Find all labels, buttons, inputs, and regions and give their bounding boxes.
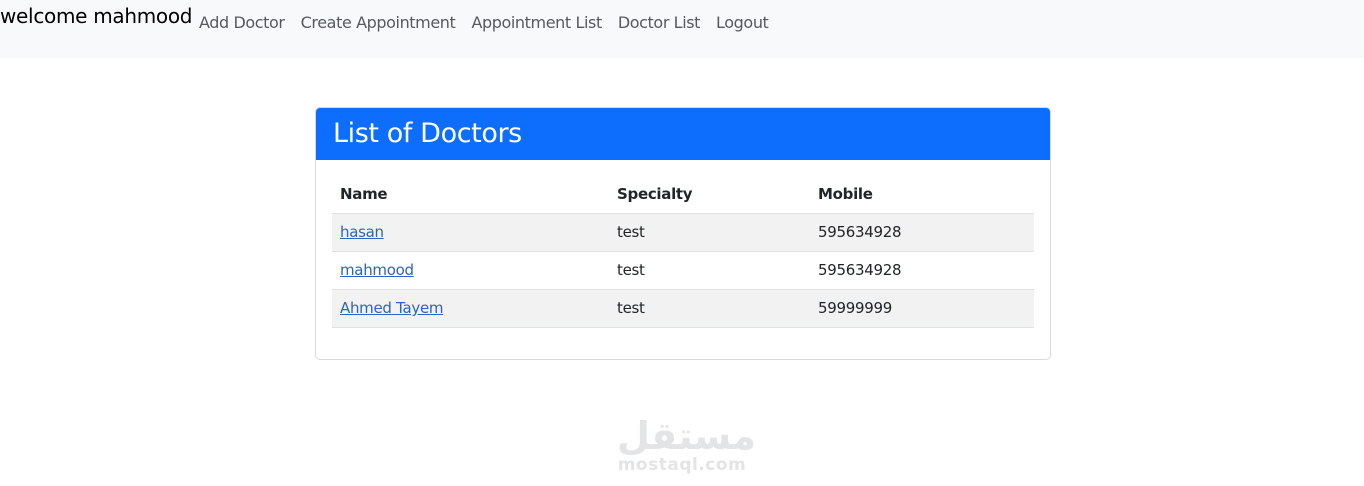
table-header-row: Name Specialty Mobile [332, 176, 1034, 214]
card-title: List of Doctors [316, 108, 1050, 160]
doctors-table: Name Specialty Mobile hasan test 5956349… [332, 176, 1034, 328]
nav-link-logout[interactable]: Logout [716, 13, 769, 33]
column-header-mobile: Mobile [810, 176, 1034, 214]
watermark-latin-text: mostaql.com [617, 455, 747, 475]
cell-mobile: 595634928 [810, 251, 1034, 290]
doctor-name-link[interactable]: mahmood [340, 261, 414, 279]
table-row: Ahmed Tayem test 59999999 [332, 289, 1034, 328]
column-header-name: Name [332, 176, 609, 214]
cell-name: hasan [332, 213, 609, 252]
column-header-specialty: Specialty [609, 176, 810, 214]
doctors-card: List of Doctors Name Specialty Mobile ha… [315, 107, 1051, 360]
doctor-name-link[interactable]: hasan [340, 223, 384, 241]
nav-link-create-appointment[interactable]: Create Appointment [301, 13, 456, 33]
nav-link-appointment-list[interactable]: Appointment List [471, 13, 602, 33]
table-row: hasan test 595634928 [332, 213, 1034, 252]
nav-link-doctor-list[interactable]: Doctor List [618, 13, 701, 33]
cell-mobile: 59999999 [810, 289, 1034, 328]
nav-link-add-doctor[interactable]: Add Doctor [199, 13, 285, 33]
table-row: mahmood test 595634928 [332, 251, 1034, 290]
mostaql-watermark: مستقل mostaql.com [617, 414, 756, 475]
cell-name: Ahmed Tayem [332, 289, 609, 328]
cell-mobile: 595634928 [810, 213, 1034, 252]
cell-specialty: test [609, 213, 810, 252]
cell-name: mahmood [332, 251, 609, 290]
watermark-arabic-text: مستقل [617, 414, 756, 458]
cell-specialty: test [609, 251, 810, 290]
top-navbar: welcome mahmood Add Doctor Create Appoin… [0, 0, 1364, 58]
doctor-name-link[interactable]: Ahmed Tayem [340, 299, 443, 317]
navbar-brand[interactable]: welcome mahmood [0, 4, 192, 28]
cell-specialty: test [609, 289, 810, 328]
nav-links: Add Doctor Create Appointment Appointmen… [199, 13, 784, 33]
